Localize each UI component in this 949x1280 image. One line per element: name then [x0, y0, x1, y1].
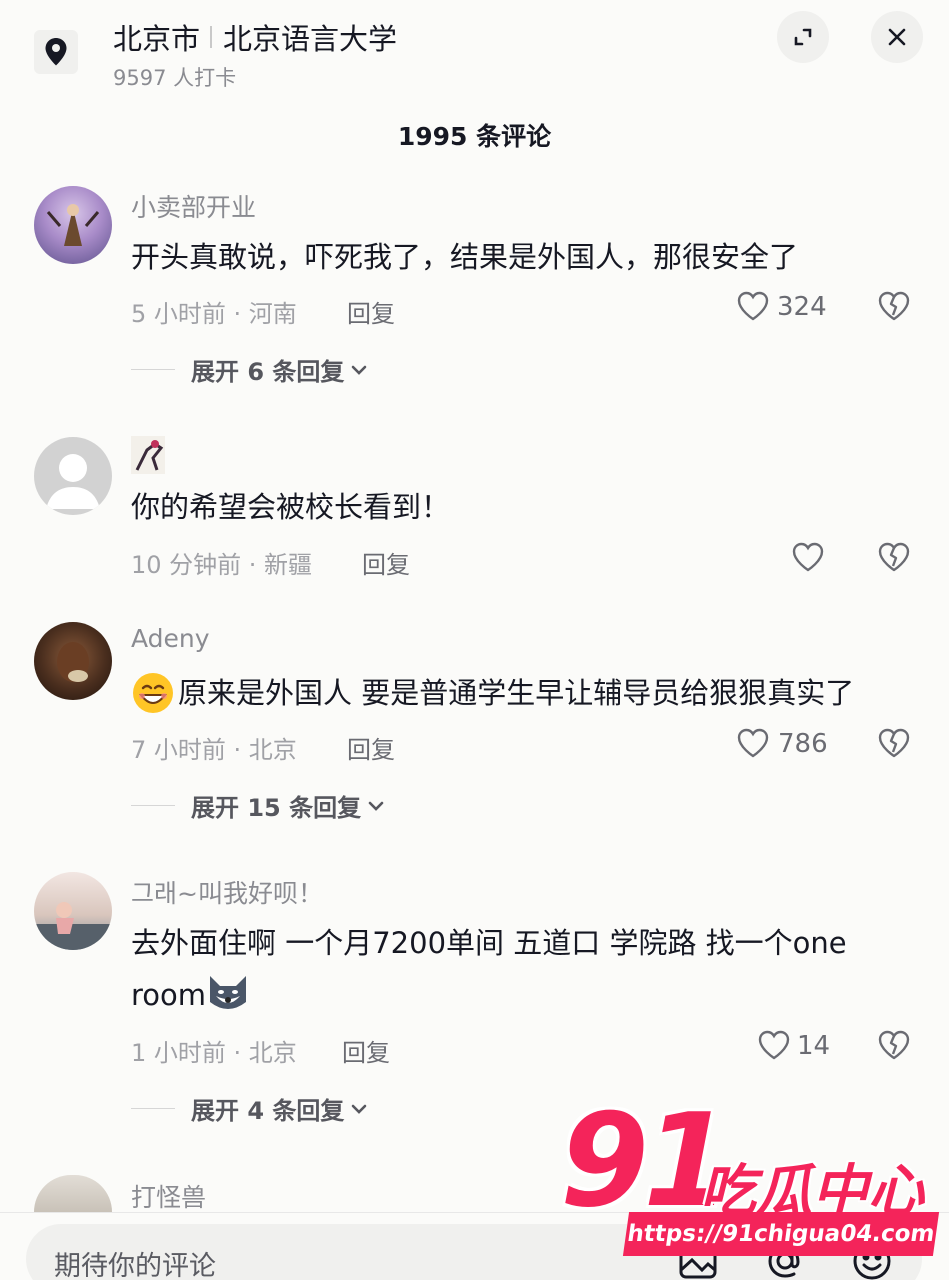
comment-meta: 5 小时前 · 河南: [131, 300, 297, 328]
smile-emoji: [131, 671, 175, 719]
like-count: 14: [797, 1031, 831, 1061]
character-sticker-icon: [131, 436, 165, 474]
expand-replies-label: 展开 15 条回复: [191, 794, 362, 822]
username-image[interactable]: [131, 436, 165, 474]
broken-heart-icon: [878, 728, 910, 758]
comment-content: 去外面住啊 一个月7200单间 五道口 学院路 找一个one: [131, 926, 847, 960]
like-button[interactable]: [736, 727, 770, 763]
comment-content: 原来是外国人 要是普通学生早让辅导员给狠狠真实了: [178, 676, 855, 710]
dislike-button[interactable]: [877, 1029, 911, 1065]
like-button[interactable]: [757, 1029, 791, 1065]
comment-username[interactable]: Adeny: [131, 624, 210, 653]
comment-content: room: [131, 978, 207, 1012]
heart-icon: [737, 291, 769, 321]
reply-button[interactable]: 回复: [347, 730, 395, 765]
comment-meta: 1 小时前 · 北京: [131, 1039, 297, 1067]
comment-meta: 7 小时前 · 北京: [131, 736, 297, 764]
expand-replies[interactable]: 展开 4 条回复: [131, 1091, 370, 1126]
dislike-button[interactable]: [877, 541, 911, 577]
location-pin-box: [34, 30, 78, 74]
husky-emoji: [206, 972, 250, 1018]
comment-content: 开头真敢说，吓死我了，结果是外国人，那很安全了: [131, 240, 799, 274]
like-button[interactable]: [736, 290, 770, 326]
dislike-button[interactable]: [877, 727, 911, 763]
comment-username[interactable]: 그래~叫我好呗！: [131, 874, 323, 910]
chevron-down-icon: [352, 1104, 367, 1114]
reply-button[interactable]: 回复: [362, 545, 410, 580]
comment-count-title: 1995 条评论: [397, 122, 552, 151]
husky-sticker-icon: [210, 976, 246, 1009]
dislike-button[interactable]: [877, 290, 911, 326]
expand-button[interactable]: [777, 11, 829, 63]
expand-replies-label: 展开 4 条回复: [191, 1097, 345, 1125]
broken-heart-icon: [878, 542, 910, 572]
broken-heart-icon: [878, 1030, 910, 1060]
close-button[interactable]: [871, 11, 923, 63]
comment-username[interactable]: 打怪兽: [131, 1178, 206, 1214]
location-name: 北京语言大学: [223, 22, 398, 56]
heart-icon: [758, 1030, 790, 1060]
expand-replies[interactable]: 展开 15 条回复: [131, 788, 387, 823]
title-separator: [210, 26, 213, 48]
location-title[interactable]: 北京市 北京语言大学: [113, 16, 397, 58]
comment-username[interactable]: 小卖部开业: [131, 188, 256, 224]
comment-input-placeholder[interactable]: 期待你的评论: [54, 1244, 216, 1280]
location-city: 北京市: [113, 22, 201, 56]
avatar[interactable]: [34, 1175, 112, 1212]
avatar[interactable]: [34, 437, 112, 515]
like-count: 324: [777, 292, 827, 322]
like-count: 786: [778, 729, 828, 759]
reply-button[interactable]: 回复: [347, 294, 395, 329]
chevron-down-icon: [352, 365, 367, 375]
reply-button[interactable]: 回复: [342, 1033, 390, 1068]
heart-icon: [737, 728, 769, 758]
expand-icon: [794, 28, 812, 46]
grinning-emoji-icon: [133, 673, 173, 713]
heart-icon: [792, 542, 824, 572]
like-button[interactable]: [791, 541, 825, 577]
comment-content: 你的希望会被校长看到！: [131, 490, 451, 524]
expand-replies[interactable]: 展开 6 条回复: [131, 352, 370, 387]
expand-line: [131, 369, 175, 370]
avatar[interactable]: [34, 872, 112, 950]
comment-meta: 10 分钟前 · 新疆: [131, 551, 313, 579]
location-pin-icon: [45, 38, 67, 66]
watermark-url: https://91chigua04.com: [622, 1212, 940, 1256]
expand-line: [131, 1108, 175, 1109]
avatar[interactable]: [34, 186, 112, 264]
default-avatar-icon: [46, 454, 100, 509]
expand-replies-label: 展开 6 条回复: [191, 358, 345, 386]
chevron-down-icon: [368, 801, 384, 811]
checkin-count: 9597 人打卡: [113, 66, 237, 90]
expand-line: [131, 805, 175, 806]
broken-heart-icon: [878, 291, 910, 321]
avatar[interactable]: [34, 622, 112, 700]
close-icon: [888, 28, 906, 46]
